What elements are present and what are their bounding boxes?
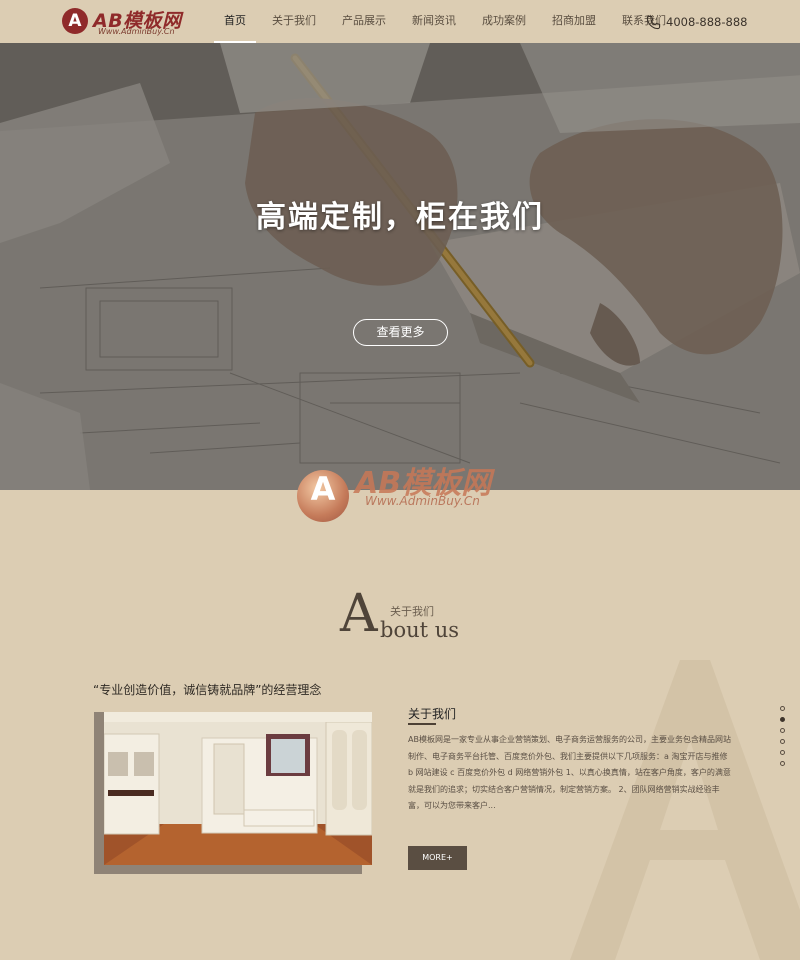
about-heading-letter: A [340,584,378,644]
phone-contact[interactable]: 4008-888-888 [646,12,747,32]
pagination-dot[interactable] [780,739,785,744]
nav-item-news[interactable]: 新闻资讯 [402,0,466,43]
nav-item-franchise[interactable]: 招商加盟 [542,0,606,43]
nav-item-home[interactable]: 首页 [214,0,256,43]
wardrobe-photo [104,712,372,865]
about-title-underline [408,723,436,725]
logo-badge-icon: A [62,8,88,34]
site-logo[interactable]: A AB模板网 Www.AdminBuy.Cn [62,8,192,38]
nav-item-about[interactable]: 关于我们 [262,0,326,43]
hero-overlay [0,43,800,490]
about-title: 关于我们 [408,707,457,721]
watermark-url: Www.AdminBuy.Cn [365,494,480,508]
pagination-dot[interactable] [780,750,785,755]
site-header: A AB模板网 Www.AdminBuy.Cn 首页 关于我们 产品展示 新闻资… [0,0,800,43]
nav-item-products[interactable]: 产品展示 [332,0,396,43]
watermark-badge-icon: A [297,470,349,522]
phone-number: 4008-888-888 [666,15,748,29]
watermark-letter: A [310,470,336,508]
about-description: AB模板网是一家专业从事企业营销策划、电子商务运营服务的公司，主要业务包含精品网… [408,735,731,810]
hero-banner: 高端定制，柜在我们 查看更多 [0,43,800,490]
about-slogan: “专业创造价值，诚信铸就品牌”的经营理念 [93,683,322,697]
wardrobe-image [104,712,372,865]
phone-icon [646,15,661,29]
about-heading-cn: 关于我们 [390,605,434,618]
pagination-dot-active[interactable] [780,717,785,722]
pagination-dot[interactable] [780,761,785,766]
about-section-heading: A 关于我们 bout us [340,584,500,650]
pagination-dot[interactable] [780,728,785,733]
watermark-logo: A AB模板网 Www.AdminBuy.Cn [297,462,512,522]
about-more-button[interactable]: MORE+ [408,846,467,870]
main-nav: 首页 关于我们 产品展示 新闻资讯 成功案例 招商加盟 联系我们 [214,0,682,43]
nav-item-cases[interactable]: 成功案例 [472,0,536,43]
hero-title: 高端定制，柜在我们 [256,200,544,235]
section-pagination [780,706,786,772]
pagination-dot[interactable] [780,706,785,711]
logo-url: Www.AdminBuy.Cn [98,27,175,36]
about-heading-en: bout us [380,618,460,642]
hero-view-more-button[interactable]: 查看更多 [353,319,448,346]
